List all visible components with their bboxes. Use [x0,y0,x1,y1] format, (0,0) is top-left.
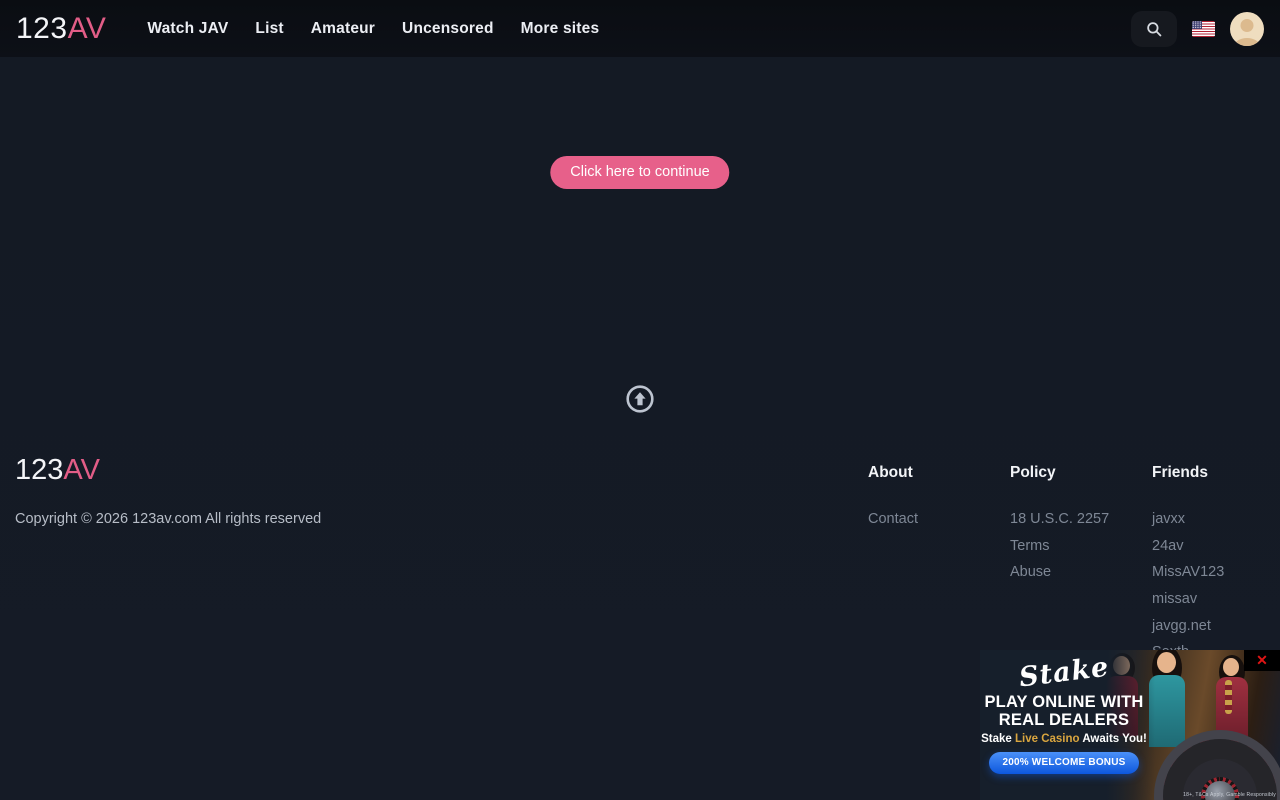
ad-headline: PLAY ONLINE WITH REAL DEALERS [984,693,1143,730]
footer-columns: About Contact Policy 18 U.S.C. 2257 Term… [868,464,1280,671]
ad-headline-line2: REAL DEALERS [984,711,1143,729]
arrow-up-circle-icon [626,385,654,413]
footer-col-friends: Friends javxx 24av MissAV123 missav javg… [1152,464,1280,671]
footer-link-2257[interactable]: 18 U.S.C. 2257 [1010,511,1152,528]
avatar-torso [1235,38,1260,46]
flag-canton [1192,21,1202,30]
ad-tagline-suffix: Awaits You! [1080,733,1147,745]
ad-disclaimer: 18+, T&Cs Apply, Gamble Responsibly [1183,792,1276,798]
main-nav: Watch JAV List Amateur Uncensored More s… [147,20,599,38]
nav-item-more-sites[interactable]: More sites [521,20,600,38]
footer-link-missav[interactable]: missav [1152,591,1280,608]
footer-link-javxx[interactable]: javxx [1152,511,1280,528]
footer-link-abuse[interactable]: Abuse [1010,564,1152,581]
search-button[interactable] [1131,11,1177,47]
scroll-top-button[interactable] [626,385,654,413]
footer-col-policy-title: Policy [1010,464,1152,482]
copyright-text: Copyright © 2026 123av.com All rights re… [15,511,321,527]
footer-link-missav123[interactable]: MissAV123 [1152,564,1280,581]
close-icon: ✕ [1256,652,1268,669]
nav-item-uncensored[interactable]: Uncensored [402,20,494,38]
nav-item-list[interactable]: List [255,20,283,38]
footer-link-contact[interactable]: Contact [868,511,1010,528]
footer-link-javgg[interactable]: javgg.net [1152,618,1280,635]
navbar-right [1131,11,1264,47]
ad-tagline-prefix: Stake [981,733,1015,745]
ad-tagline-highlight: Live Casino [1015,733,1080,745]
footer-link-24av[interactable]: 24av [1152,538,1280,555]
nav-item-watch-jav[interactable]: Watch JAV [147,20,228,38]
stake-brand-logo: Stake [1017,652,1110,694]
ad-close-button[interactable]: ✕ [1244,650,1280,671]
footer-col-about: About Contact [868,464,1010,671]
ad-headline-line1: PLAY ONLINE WITH [984,693,1143,711]
footer-link-terms[interactable]: Terms [1010,538,1152,555]
footer-col-policy: Policy 18 U.S.C. 2257 Terms Abuse [1010,464,1152,671]
avatar-head [1241,19,1254,32]
footer-col-about-title: About [868,464,1010,482]
ad-banner[interactable]: Stake PLAY ONLINE WITH REAL DEALERS Stak… [980,650,1280,800]
avatar[interactable] [1230,12,1264,46]
ad-cta-button[interactable]: 200% WELCOME BONUS [989,752,1138,774]
nav-item-amateur[interactable]: Amateur [311,20,375,38]
us-flag-icon[interactable] [1192,21,1215,37]
navbar: 123AV Watch JAV List Amateur Uncensored … [0,0,1280,57]
continue-button[interactable]: Click here to continue [550,156,729,189]
ad-tagline: Stake Live Casino Awaits You! [981,733,1147,745]
footer-col-friends-title: Friends [1152,464,1280,482]
footer-logo[interactable]: 123AV [15,454,100,487]
search-icon [1145,20,1163,38]
footer-logo-prefix: 123 [15,454,63,486]
ad-content: Stake PLAY ONLINE WITH REAL DEALERS Stak… [980,650,1148,800]
footer-logo-suffix: AV [63,454,100,486]
logo-prefix: 123 [16,12,68,45]
logo-suffix: AV [68,12,107,45]
site-logo[interactable]: 123AV [16,12,106,46]
